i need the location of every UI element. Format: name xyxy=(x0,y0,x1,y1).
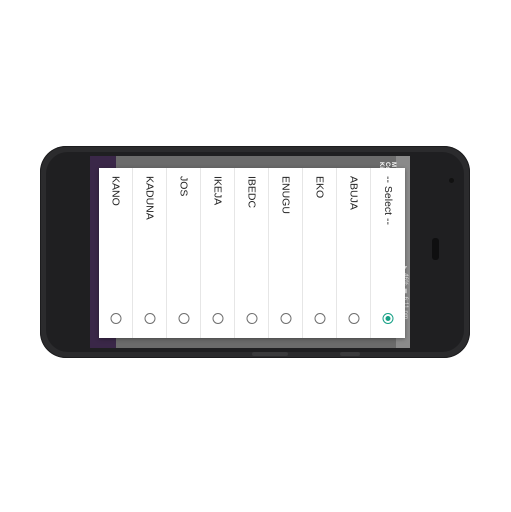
option-ibedc[interactable]: IBEDC xyxy=(235,168,269,338)
radio-icon[interactable] xyxy=(314,313,325,324)
radio-icon[interactable] xyxy=(110,313,121,324)
volume-button xyxy=(252,352,288,356)
background-label: M xyxy=(390,162,396,167)
option-label: ABUJA xyxy=(347,176,360,210)
radio-icon[interactable] xyxy=(246,313,257,324)
option-kano[interactable]: KANO xyxy=(99,168,133,338)
option-label: ENUGU xyxy=(279,176,292,214)
option-ikeja[interactable]: IKEJA xyxy=(201,168,235,338)
option-jos[interactable]: JOS xyxy=(167,168,201,338)
option-label: KANO xyxy=(109,176,122,206)
option-kaduna[interactable]: KADUNA xyxy=(133,168,167,338)
option-eko[interactable]: EKO xyxy=(303,168,337,338)
option-abuja[interactable]: ABUJA xyxy=(337,168,371,338)
option-label: -- Select -- xyxy=(382,176,394,226)
option-label: IBEDC xyxy=(245,176,258,209)
select-dialog: -- Select -- ABUJA EKO ENUGU IBEDC IKEJA… xyxy=(99,168,405,338)
option-enugu[interactable]: ENUGU xyxy=(269,168,303,338)
radio-icon[interactable] xyxy=(348,313,359,324)
speaker-grille xyxy=(432,238,439,260)
radio-icon[interactable] xyxy=(144,313,155,324)
option-label: IKEJA xyxy=(211,176,224,206)
option-label: KADUNA xyxy=(143,176,156,220)
radio-icon[interactable] xyxy=(280,313,291,324)
radio-icon[interactable] xyxy=(212,313,223,324)
power-button xyxy=(340,352,360,356)
radio-icon[interactable] xyxy=(178,313,189,324)
option-label: JOS xyxy=(177,176,190,197)
option-select[interactable]: -- Select -- xyxy=(371,168,405,338)
option-label: EKO xyxy=(313,176,326,199)
front-camera-icon xyxy=(449,178,454,183)
radio-checked-icon[interactable] xyxy=(382,313,394,324)
